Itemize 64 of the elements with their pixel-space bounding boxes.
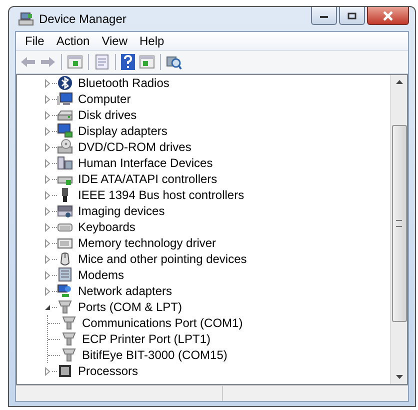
tree-item[interactable]: Disk drives <box>77 107 138 123</box>
tree-item[interactable]: IDE ATA/ATAPI controllers <box>77 171 218 187</box>
expand-icon[interactable] <box>43 158 52 168</box>
tree-item[interactable]: Computer <box>77 91 132 107</box>
port-icon <box>57 299 73 315</box>
tree-item[interactable]: Processors <box>77 363 140 379</box>
input-device-icon <box>57 155 73 171</box>
modem-icon <box>57 267 73 283</box>
tree-item[interactable]: Network adapters <box>77 283 174 299</box>
tree-item[interactable]: ECP Printer Port (LPT1) <box>81 331 212 347</box>
expand-icon[interactable] <box>43 190 52 200</box>
tree-item[interactable]: Keyboards <box>77 219 136 235</box>
computer-icon <box>18 12 34 26</box>
monitor-icon <box>57 123 73 139</box>
expand-icon[interactable] <box>43 174 52 184</box>
tree-item[interactable]: Communications Port (COM1) <box>81 315 244 331</box>
tree-item[interactable]: Human Interface Devices <box>77 155 214 171</box>
expand-icon[interactable] <box>43 142 52 152</box>
tree-item[interactable]: Ports (COM & LPT) <box>77 299 184 315</box>
tree-item[interactable]: DVD/CD-ROM drives <box>77 139 192 155</box>
scrollbar[interactable] <box>390 75 407 384</box>
tree-item[interactable]: Bluetooth Radios <box>77 75 170 91</box>
window-title: Device Manager <box>39 12 126 26</box>
tree-item[interactable]: Imaging devices <box>77 203 166 219</box>
expand-icon[interactable] <box>43 94 52 104</box>
scanner-icon <box>57 203 73 219</box>
close-icon <box>382 10 394 20</box>
back-arrow-icon[interactable] <box>20 56 36 68</box>
minimize-button[interactable] <box>311 7 337 25</box>
menu-item[interactable]: File <box>19 34 50 48</box>
port-icon <box>61 331 77 347</box>
expand-icon[interactable] <box>43 254 52 264</box>
tree-item[interactable]: Memory technology driver <box>77 235 218 251</box>
tree-item[interactable]: Display adapters <box>77 123 168 139</box>
close-button[interactable] <box>367 7 409 25</box>
expand-icon[interactable] <box>43 110 52 120</box>
menu-item[interactable]: Help <box>134 34 170 48</box>
help-icon[interactable] <box>121 54 135 70</box>
maximize-icon <box>347 12 357 20</box>
expand-icon[interactable] <box>43 286 52 296</box>
menu-item[interactable]: Action <box>50 34 96 48</box>
maximize-button[interactable] <box>339 7 365 25</box>
monitor-icon <box>57 91 73 107</box>
properties-icon[interactable] <box>94 54 110 70</box>
tree-item[interactable]: Mice and other pointing devices <box>77 251 248 267</box>
tree-item[interactable]: IEEE 1394 Bus host controllers <box>77 187 246 203</box>
expand-icon[interactable] <box>43 270 52 280</box>
processor-icon <box>57 363 73 379</box>
menu-item[interactable]: View <box>96 34 134 48</box>
disc-drive-icon <box>57 139 73 155</box>
collapse-icon[interactable] <box>43 302 52 312</box>
expand-icon[interactable] <box>43 238 52 248</box>
port-icon <box>61 347 77 363</box>
tree-item[interactable]: Modems <box>77 267 126 283</box>
expand-icon[interactable] <box>43 366 52 376</box>
expand-icon[interactable] <box>43 222 52 232</box>
network-icon <box>57 283 73 299</box>
tree-item[interactable]: BitifEye BIT-3000 (COM15) <box>81 347 228 363</box>
forward-arrow-icon[interactable] <box>40 56 56 68</box>
scan-hardware-icon[interactable] <box>166 54 182 70</box>
expand-icon[interactable] <box>43 78 52 88</box>
expand-icon[interactable] <box>43 206 52 216</box>
expand-icon[interactable] <box>43 126 52 136</box>
port-icon <box>61 315 77 331</box>
